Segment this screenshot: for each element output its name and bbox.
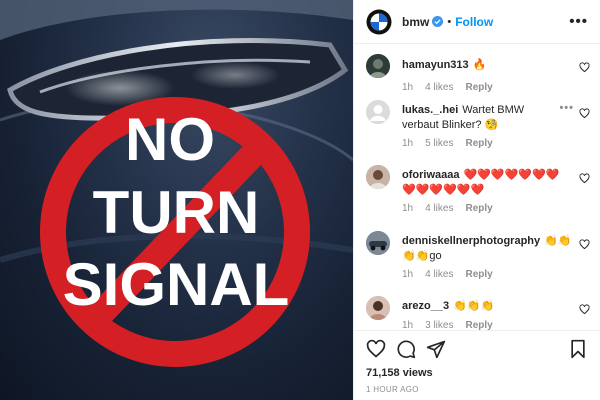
comment-options-button[interactable]: ••• (559, 102, 574, 114)
comment-time[interactable]: 1h (402, 269, 413, 280)
post-author-username[interactable]: bmw (402, 15, 429, 29)
comment-bubble-icon[interactable] (396, 339, 416, 359)
comments-list[interactable]: hamayun313 🔥 1h 4 likes Reply lukas._.hei Wa… (354, 44, 600, 330)
like-comment-heart-icon[interactable] (579, 304, 590, 315)
like-heart-icon[interactable] (366, 339, 386, 359)
post-sidebar: bmw • Follow ••• hamayun313 🔥 1h 4 likes Re… (353, 0, 600, 400)
post-video[interactable]: NO TURN SIGNAL (0, 0, 353, 400)
bmw-logo-avatar[interactable] (366, 9, 392, 35)
reply-button[interactable]: Reply (465, 269, 492, 280)
commenter-avatar[interactable] (366, 100, 390, 124)
comment-item: arezo__3 👏👏👏 1h 3 likes Reply (354, 296, 600, 330)
post-header: bmw • Follow ••• (354, 0, 600, 44)
comment-username[interactable]: oforiwaaaa (402, 169, 459, 181)
share-paper-plane-icon[interactable] (426, 339, 446, 359)
sign-text-turn: TURN (93, 179, 260, 246)
comment-item: denniskellnerphotography 👏👏👏👏go 1h 4 likes… (354, 231, 600, 297)
comment-time[interactable]: 1h (402, 138, 413, 149)
sign-text-signal: SIGNAL (63, 251, 290, 318)
comment-username[interactable]: lukas._.hei (402, 104, 458, 116)
comment-username[interactable]: arezo__3 (402, 300, 449, 312)
comment-item: oforiwaaaa ❤️❤️❤️❤️❤️❤️❤️❤️❤️❤️❤️❤️❤️ 1h 4… (354, 165, 600, 231)
comment-likes[interactable]: 5 likes (425, 138, 453, 149)
comment-likes[interactable]: 3 likes (425, 320, 453, 330)
like-comment-heart-icon[interactable] (579, 62, 590, 73)
header-separator: • (447, 15, 452, 28)
sign-text-no: NO (125, 106, 215, 173)
comment-time[interactable]: 1h (402, 82, 413, 93)
reply-button[interactable]: Reply (465, 82, 492, 93)
like-comment-heart-icon[interactable] (579, 108, 590, 119)
reply-button[interactable]: Reply (465, 203, 492, 214)
comment-text: 👏👏👏 (453, 300, 495, 312)
view-count[interactable]: 71,158 views (366, 367, 433, 379)
comment-likes[interactable]: 4 likes (425, 269, 453, 280)
commenter-avatar[interactable] (366, 165, 390, 189)
reply-button[interactable]: Reply (465, 138, 492, 149)
comment-likes[interactable]: 4 likes (425, 82, 453, 93)
reply-button[interactable]: Reply (465, 320, 492, 330)
comment-username[interactable]: denniskellnerphotography (402, 235, 540, 247)
comment-text: 🔥 (472, 59, 487, 71)
commenter-avatar[interactable] (366, 231, 390, 255)
comment-username[interactable]: hamayun313 (402, 59, 469, 71)
like-comment-heart-icon[interactable] (579, 173, 590, 184)
post-options-button[interactable]: ••• (569, 13, 588, 30)
car-headlight-image: NO TURN SIGNAL (0, 0, 353, 367)
instagram-post: NO TURN SIGNAL bmw • Follow ••• hamayun3… (0, 0, 600, 400)
comment-likes[interactable]: 4 likes (425, 203, 453, 214)
comment-item: lukas._.hei Wartet BMW verbaut Blinker? 🧐… (354, 100, 600, 166)
save-bookmark-icon[interactable] (568, 339, 588, 359)
post-actions: 71,158 views 1 HOUR AGO (354, 330, 600, 400)
verified-badge-icon (432, 16, 444, 27)
like-comment-heart-icon[interactable] (579, 239, 590, 250)
follow-button[interactable]: Follow (455, 15, 493, 29)
commenter-avatar[interactable] (366, 296, 390, 320)
commenter-avatar[interactable] (366, 54, 390, 78)
comment-time[interactable]: 1h (402, 203, 413, 214)
comment-time[interactable]: 1h (402, 320, 413, 330)
post-timestamp[interactable]: 1 HOUR AGO (366, 385, 419, 394)
